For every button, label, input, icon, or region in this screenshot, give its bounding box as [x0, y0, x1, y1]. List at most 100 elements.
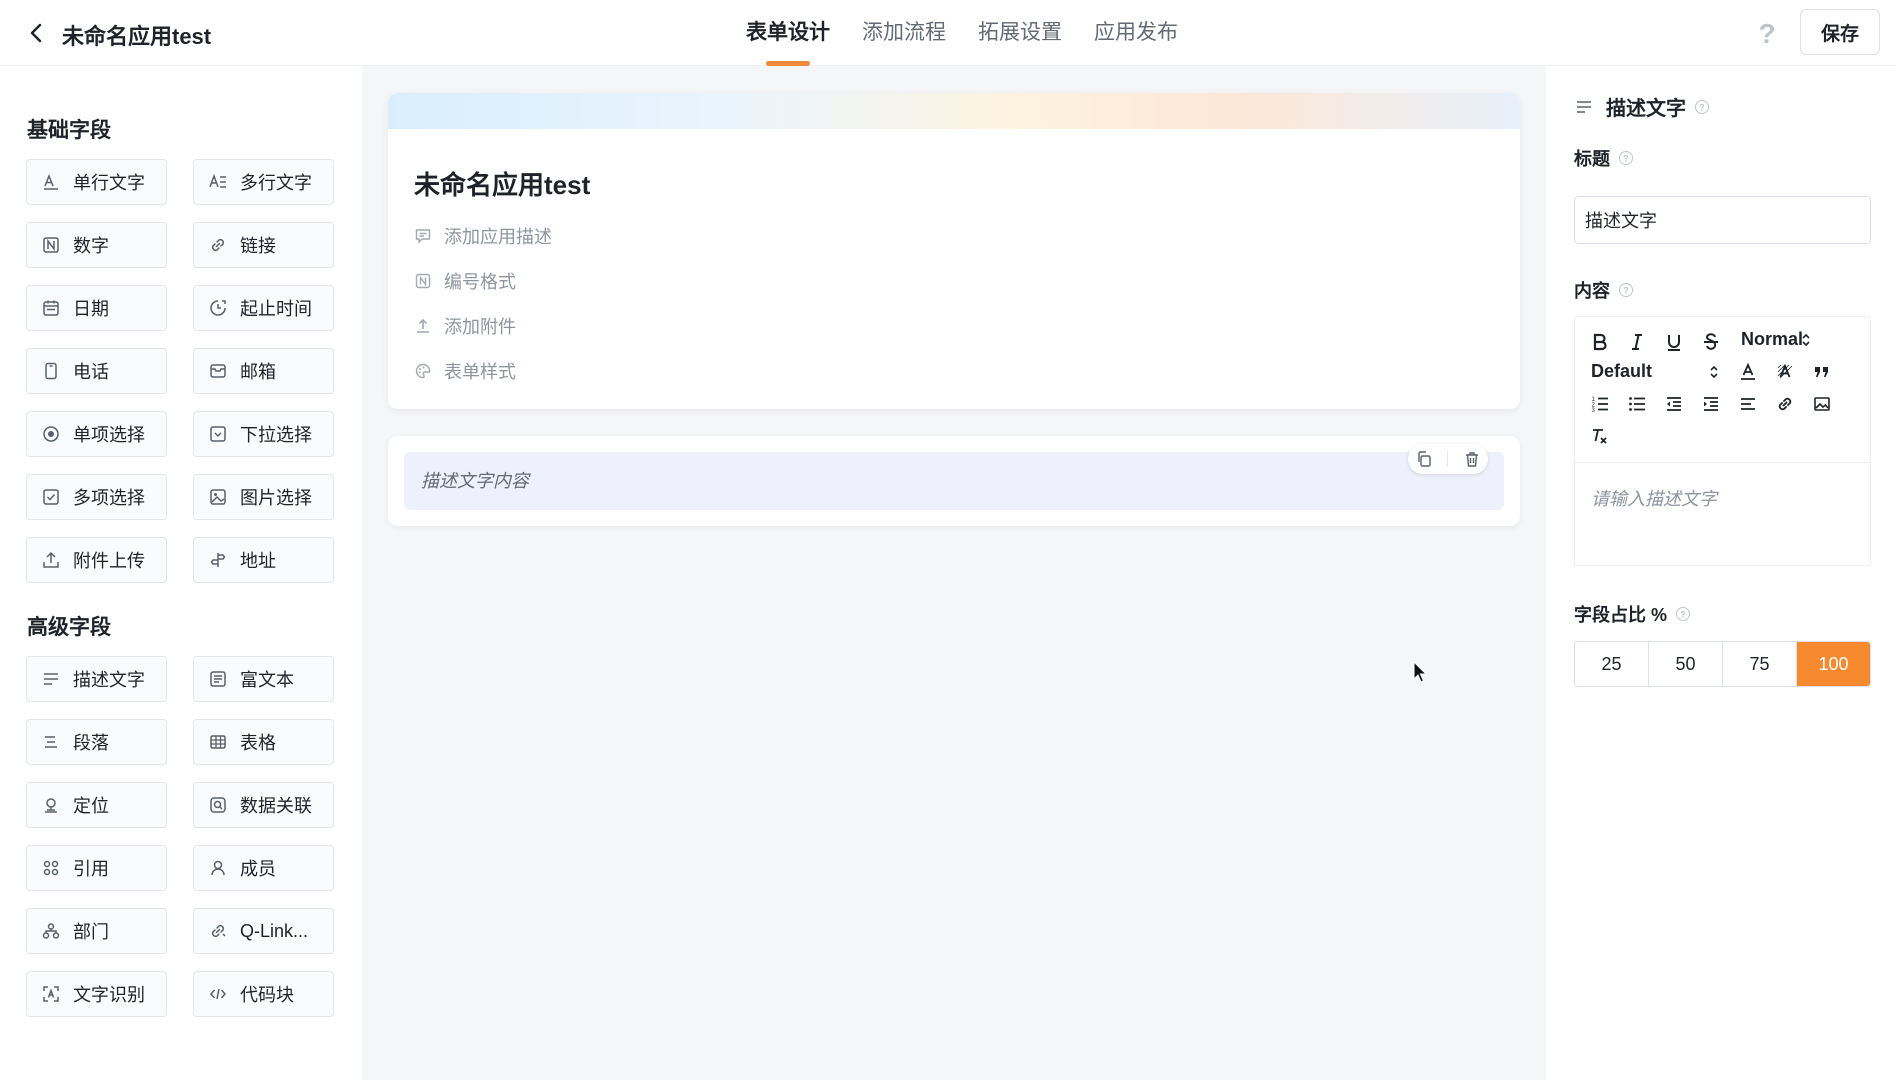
field-address[interactable]: 地址 [193, 537, 334, 583]
underline-button[interactable] [1661, 329, 1687, 355]
field-q-link[interactable]: Q-Link... [193, 908, 334, 954]
svg-text:?: ? [1623, 154, 1629, 164]
field-label: 链接 [240, 236, 276, 256]
rich-text-icon [210, 671, 226, 687]
form-title[interactable]: 未命名应用test [414, 165, 590, 202]
form-style[interactable]: 表单样式 [414, 358, 516, 384]
add-app-description[interactable]: 添加应用描述 [414, 223, 552, 249]
italic-button[interactable] [1624, 329, 1650, 355]
ocr-icon [43, 986, 59, 1002]
question-icon[interactable]: ? [1618, 150, 1634, 166]
field-type-title: 描述文字 ? [1574, 92, 1710, 121]
field-label: 邮箱 [240, 362, 276, 382]
properties-panel: 描述文字 ? 标题 ? 内容 ? Normal [1546, 66, 1896, 1080]
field-label: 文字识别 [73, 985, 145, 1005]
save-button[interactable]: 保存 [1800, 9, 1880, 55]
tab-form-design[interactable]: 表单设计 [730, 0, 846, 66]
title-input[interactable] [1574, 196, 1871, 244]
bullet-list-icon [1629, 397, 1645, 411]
meta-label: 编号格式 [444, 272, 516, 292]
help-icon[interactable]: ? [1752, 18, 1782, 48]
field-upload[interactable]: 附件上传 [26, 537, 167, 583]
width-label-row: 字段占比 % ? [1574, 601, 1691, 627]
insert-link-button[interactable] [1772, 391, 1798, 417]
meta-label: 添加应用描述 [444, 227, 552, 247]
field-label: 图片选择 [240, 488, 312, 508]
number-format[interactable]: 编号格式 [414, 268, 516, 294]
width-option-25[interactable]: 25 [1575, 642, 1649, 686]
field-member[interactable]: 成员 [193, 845, 334, 891]
field-label: 起止时间 [240, 299, 312, 319]
field-dropdown[interactable]: 下拉选择 [193, 411, 334, 457]
font-color-button[interactable] [1735, 359, 1761, 385]
outdent-button[interactable] [1661, 391, 1687, 417]
strikethrough-button[interactable] [1698, 329, 1724, 355]
field-type-label: 描述文字 [1606, 98, 1686, 120]
field-department[interactable]: 部门 [26, 908, 167, 954]
background-color-button[interactable] [1772, 359, 1798, 385]
number-format-icon [415, 273, 431, 289]
field-number[interactable]: 数字 [26, 222, 167, 268]
italic-icon [1632, 334, 1642, 350]
field-label: 多行文字 [240, 173, 312, 193]
svg-text:?: ? [1699, 102, 1705, 112]
field-link[interactable]: 链接 [193, 222, 334, 268]
header-select[interactable]: Normal [1741, 329, 1811, 350]
font-select[interactable]: Default [1591, 361, 1719, 382]
field-data-link[interactable]: 数据关联 [193, 782, 334, 828]
content-label: 内容 [1574, 281, 1610, 301]
field-label: 成员 [240, 859, 276, 879]
description-field-content[interactable]: 描述文字内容 [404, 452, 1504, 510]
tab-extension-settings[interactable]: 拓展设置 [962, 0, 1078, 66]
clear-format-icon [1593, 429, 1607, 444]
tab-app-publish[interactable]: 应用发布 [1078, 0, 1194, 66]
field-rich-text[interactable]: 富文本 [193, 656, 334, 702]
indent-button[interactable] [1698, 391, 1724, 417]
question-icon[interactable]: ? [1675, 606, 1691, 622]
tab-add-workflow[interactable]: 添加流程 [846, 0, 962, 66]
delete-icon[interactable] [1463, 450, 1481, 468]
field-single-line-text[interactable]: 单行文字 [26, 159, 167, 205]
clear-format-button[interactable] [1587, 423, 1613, 449]
calendar-icon [43, 300, 59, 316]
field-label: 数字 [73, 236, 109, 256]
link-icon [211, 238, 225, 252]
field-multi-line-text[interactable]: 多行文字 [193, 159, 334, 205]
field-ocr[interactable]: 文字识别 [26, 971, 167, 1017]
mail-icon [210, 364, 226, 378]
field-description[interactable]: 描述文字 [26, 656, 167, 702]
field-phone[interactable]: 电话 [26, 348, 167, 394]
field-paragraph[interactable]: 段落 [26, 719, 167, 765]
width-option-50[interactable]: 50 [1649, 642, 1723, 686]
palette-icon [415, 363, 431, 379]
add-attachment[interactable]: 添加附件 [414, 313, 516, 339]
content-editor-body[interactable]: 请输入描述文字 [1591, 485, 1717, 511]
field-reference[interactable]: 引用 [26, 845, 167, 891]
align-button[interactable] [1735, 391, 1761, 417]
copy-icon[interactable] [1415, 450, 1433, 468]
quote-icon [1815, 367, 1828, 377]
field-image-select[interactable]: 图片选择 [193, 474, 334, 520]
field-time-range[interactable]: 起止时间 [193, 285, 334, 331]
question-icon[interactable]: ? [1618, 282, 1634, 298]
field-label: 单行文字 [73, 173, 145, 193]
blockquote-button[interactable] [1809, 359, 1835, 385]
back-arrow-icon[interactable] [24, 20, 50, 46]
image-icon [210, 489, 226, 505]
width-option-75[interactable]: 75 [1723, 642, 1797, 686]
ordered-list-button[interactable]: 123 [1587, 391, 1613, 417]
field-radio[interactable]: 单项选择 [26, 411, 167, 457]
bold-button[interactable] [1587, 329, 1613, 355]
single-line-text-icon [44, 173, 58, 190]
field-checkbox[interactable]: 多项选择 [26, 474, 167, 520]
width-option-100[interactable]: 100 [1797, 642, 1870, 686]
field-mail[interactable]: 邮箱 [193, 348, 334, 394]
field-location[interactable]: 定位 [26, 782, 167, 828]
field-code-block[interactable]: 代码块 [193, 971, 334, 1017]
bullet-list-button[interactable] [1624, 391, 1650, 417]
mouse-cursor-icon [1413, 661, 1428, 683]
field-table[interactable]: 表格 [193, 719, 334, 765]
field-date[interactable]: 日期 [26, 285, 167, 331]
question-icon[interactable]: ? [1694, 99, 1710, 115]
insert-image-button[interactable] [1809, 391, 1835, 417]
